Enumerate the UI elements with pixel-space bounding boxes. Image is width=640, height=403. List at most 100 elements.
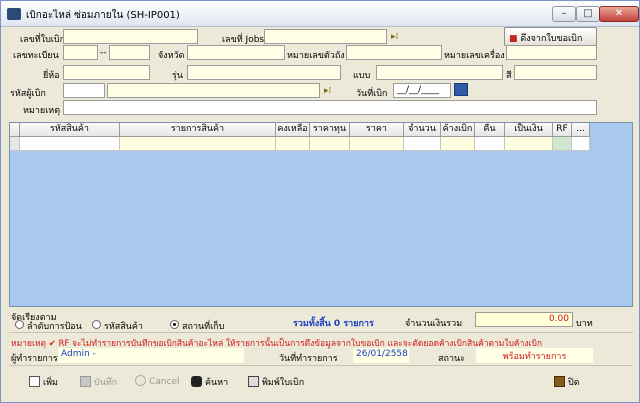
pull-from-request-button[interactable]: ■ ดึงจากใบขอเบิก [504,27,597,46]
type-label: แบบ [353,71,371,81]
col-price[interactable]: ราคา [350,123,404,137]
province-label: จังหวัด [158,51,185,61]
window-title: เบิกอะไหล่ ซ่อมภายใน (SH-IP001) [26,10,180,21]
col-qty[interactable]: จำนวน [404,123,441,137]
plate-separator: -- [100,48,107,58]
divider [9,332,633,333]
color-field[interactable] [514,65,597,80]
close-label: ปิด [568,378,580,388]
pull-icon: ■ [509,34,521,44]
body-no-field[interactable] [346,45,442,60]
requester-label: รหัสผู้เบิก [10,89,46,99]
cell-return[interactable] [475,137,505,151]
requester-name-field[interactable] [107,83,320,98]
model-label: รุ่น [172,71,183,81]
app-icon [7,8,21,20]
col-cost[interactable]: ราคาทุน [310,123,350,137]
total-amount-field: 0.00 [475,312,573,327]
cancel-icon [135,375,146,386]
sort-location-label[interactable]: สถานที่เก็บ [182,319,224,333]
new-button[interactable]: เพิ่ม [25,371,62,391]
close-button[interactable]: ปิด [550,371,584,391]
col-more[interactable]: ... [572,123,590,137]
pull-button-label: ดึงจากใบขอเบิก [520,34,583,44]
txn-date-label: วันที่ทำรายการ [279,354,338,364]
engine-no-field[interactable] [506,45,597,60]
save-icon [80,376,91,387]
operator-label: ผู้ทำรายการ [11,354,58,364]
brand-field[interactable] [63,65,150,80]
col-amount[interactable]: เป็นเงิน [505,123,553,137]
request-date-label: วันที่เบิก [356,89,388,99]
printer-icon [248,376,259,387]
col-item-name[interactable]: รายการสินค้า [120,123,276,137]
row-indicator-header [10,123,20,137]
requester-lookup-icon[interactable]: ▸⁞ [324,86,336,97]
items-grid[interactable]: รหัสสินค้า รายการสินค้า คงเหลือ ราคาทุน … [9,122,633,307]
body-no-label: หมายเลขตัวถัง [287,51,345,61]
print-label: พิมพ์ใบเบิก [262,378,305,388]
currency-label: บาท [576,319,593,329]
plate-prefix-field[interactable] [63,45,98,60]
close-window-button[interactable]: ✕ [599,6,639,22]
cell-item-code[interactable] [20,137,120,151]
exit-icon [554,376,565,387]
sort-location-radio[interactable] [170,320,179,329]
cancel-button[interactable]: Cancel [131,371,184,391]
sort-item-code-radio[interactable] [92,320,101,329]
model-field[interactable] [187,65,341,80]
col-pending[interactable]: ค้างเบิก [441,123,475,137]
color-label: สี [506,71,512,81]
cell-pending[interactable] [441,137,475,151]
cell-more[interactable] [572,137,590,151]
remark-field[interactable] [63,100,597,115]
cell-balance[interactable] [276,137,310,151]
plate-label: เลขทะเบียน [13,51,59,61]
remark-label: หมายเหตุ [23,106,61,116]
plate-number-field[interactable] [109,45,150,60]
toolbar-divider [9,365,633,366]
cell-amount[interactable] [505,137,553,151]
find-label: ค้นหา [205,378,229,388]
job-no-label: เลขที่ Jobs [222,35,265,45]
doc-no-label: เลขที่ใบเบิก [20,35,66,45]
cell-qty[interactable] [404,137,441,151]
total-items-text: รวมทั้งสิ้น 0 รายการ [293,319,374,329]
col-item-code[interactable]: รหัสสินค้า [20,123,120,137]
print-button[interactable]: พิมพ์ใบเบิก [244,371,308,391]
requester-code-field[interactable] [63,83,105,98]
cell-item-name[interactable] [120,137,276,151]
cell-cost[interactable] [310,137,350,151]
save-button[interactable]: บันทึก [76,371,121,391]
new-label: เพิ่ม [43,378,58,388]
sort-entry-order-label[interactable]: ลำดับการป้อน [27,319,82,333]
cell-rf[interactable] [553,137,572,151]
sort-item-code-label[interactable]: รหัสสินค้า [104,319,143,333]
find-button[interactable]: ค้นหา [187,371,232,391]
sort-entry-order-radio[interactable] [15,320,24,329]
amount-label: จำนวนเงินรวม [405,319,463,329]
doc-no-field[interactable] [63,29,198,44]
engine-no-label: หมายเลขเครื่อง [444,51,505,61]
calendar-icon[interactable] [454,83,468,96]
new-icon [29,376,40,387]
job-lookup-icon[interactable]: ▸⁞ [391,32,403,43]
type-field[interactable] [376,65,503,80]
province-field[interactable] [187,45,285,60]
job-no-field[interactable] [264,29,387,44]
status-field: พร้อมทำรายการ [476,348,593,363]
row-indicator[interactable] [10,137,20,151]
col-balance[interactable]: คงเหลือ [276,123,310,137]
operator-field: Admin - [58,348,244,363]
col-rf[interactable]: RF [553,123,572,137]
table-row[interactable] [10,137,590,151]
title-bar: เบิกอะไหล่ ซ่อมภายใน (SH-IP001) – □ ✕ [1,1,639,27]
cancel-label: Cancel [149,377,180,387]
cell-price[interactable] [350,137,404,151]
request-date-field[interactable]: __/__/____ [393,83,451,98]
maximize-button[interactable]: □ [576,6,600,22]
col-return[interactable]: คืน [475,123,505,137]
minimize-button[interactable]: – [552,6,576,22]
grid-header: รหัสสินค้า รายการสินค้า คงเหลือ ราคาทุน … [10,123,590,137]
binoculars-icon [191,376,202,387]
